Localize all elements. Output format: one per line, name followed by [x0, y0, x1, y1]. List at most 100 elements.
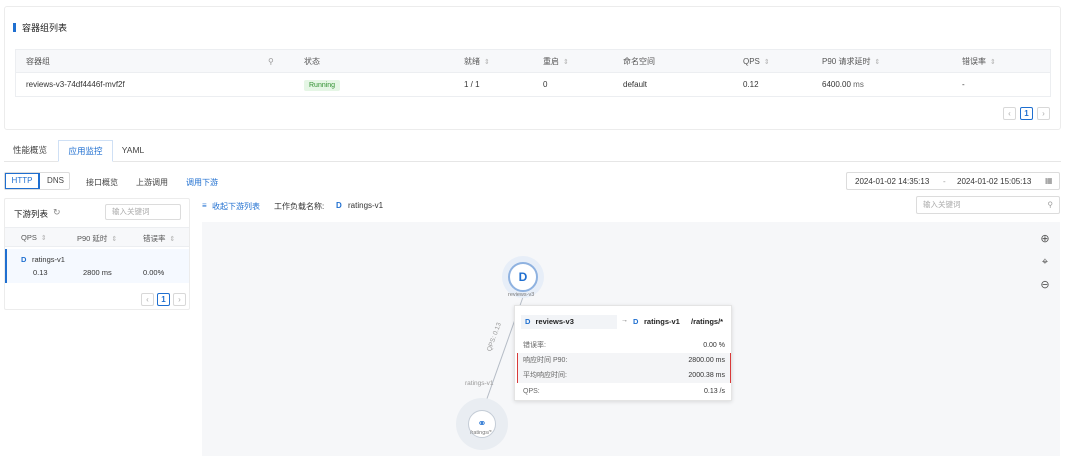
p90-number: 6400.00 — [822, 80, 851, 89]
qps-value: 0.12 — [743, 80, 759, 89]
date-end[interactable]: 2024-01-02 15:05:13 — [957, 177, 1031, 186]
tooltip-label: 错误率: — [523, 342, 546, 349]
tab-dns[interactable]: DNS — [41, 173, 70, 189]
col-qps-label: QPS — [743, 57, 760, 66]
subtab-api-overview[interactable]: 接口概览 — [86, 177, 118, 188]
pod-list-title: 容器组列表 — [22, 23, 68, 33]
topology-search-placeholder: 输入关键词 — [923, 200, 961, 209]
ds-col-error[interactable]: 错误率 ⇕ — [143, 233, 175, 244]
downstream-search-placeholder: 输入关键词 — [112, 207, 150, 216]
sort-icon[interactable]: ⇕ — [484, 51, 490, 75]
sort-icon[interactable]: ⇕ — [874, 51, 880, 75]
col-restarts-label: 重启 — [543, 57, 559, 66]
col-error-rate[interactable]: 错误率 ⇕ — [962, 50, 996, 74]
downstream-p90: 2800 ms — [83, 268, 112, 277]
sort-icon[interactable]: ⇕ — [990, 51, 996, 75]
recenter-icon[interactable]: ⌖ — [1038, 255, 1052, 269]
tooltip-arrow: → — [621, 317, 628, 324]
ds-col-qps[interactable]: QPS ⇕ — [21, 233, 47, 242]
pod-name-link[interactable]: reviews-v3-74df4446f-mvf2f — [26, 73, 125, 97]
tooltip-path: /ratings/* — [691, 317, 724, 326]
ds-col-qps-label: QPS — [21, 233, 37, 242]
edge-tooltip: D reviews-v3 → D ratings-v1 /ratings/* 错… — [514, 305, 732, 401]
col-ready[interactable]: 就绪 ⇕ — [464, 50, 490, 74]
namespace-value: default — [623, 80, 648, 89]
downstream-error: 0.00% — [143, 268, 165, 277]
collapse-list-link[interactable]: 收起下游列表 — [212, 201, 260, 212]
date-range-picker[interactable]: 2024-01-02 14:35:13 - 2024-01-02 15:05:1… — [846, 172, 1060, 190]
search-icon[interactable]: ⚲ — [1048, 197, 1054, 213]
prev-page-button[interactable]: ‹ — [1003, 107, 1016, 120]
main-tabs-bar: 性能概览 应用监控 YAML — [4, 140, 1061, 162]
sort-icon[interactable]: ⇕ — [41, 234, 47, 242]
tooltip-value: 2000.38 ms — [688, 372, 725, 379]
col-ready-label: 就绪 — [464, 57, 480, 66]
zoom-in-icon[interactable]: ⊕ — [1038, 232, 1052, 246]
search-icon[interactable]: ⚲ — [268, 50, 274, 74]
tooltip-value: 0.13 /s — [703, 388, 725, 395]
ds-col-p90[interactable]: P90 延时 ⇕ — [77, 233, 117, 244]
col-p90[interactable]: P90 请求延时 ⇕ — [822, 50, 880, 74]
page-1-button[interactable]: 1 — [1020, 107, 1033, 120]
zoom-out-icon[interactable]: ⊖ — [1038, 278, 1052, 292]
table-row[interactable]: reviews-v3-74df4446f-mvf2f Running 1 / 1… — [15, 73, 1051, 97]
col-qps[interactable]: QPS ⇕ — [743, 50, 770, 74]
tab-http[interactable]: HTTP — [5, 173, 40, 189]
api-endpoint-icon: ⚭ — [477, 418, 487, 430]
ds-prev-page-button[interactable]: ‹ — [141, 293, 154, 306]
sort-icon[interactable]: ⇕ — [111, 235, 117, 243]
sort-icon[interactable]: ⇕ — [764, 51, 770, 75]
tooltip-to-badge: D — [633, 317, 639, 326]
list-item[interactable]: D ratings-v1 0.13 2800 ms 0.00% — [5, 249, 189, 283]
tooltip-value: 2800.00 ms — [688, 357, 725, 364]
downstream-name: ratings-v1 — [32, 255, 65, 264]
workload-badge: D — [21, 255, 27, 264]
ds-next-page-button[interactable]: › — [173, 293, 186, 306]
tab-app-monitor[interactable]: 应用监控 — [58, 140, 113, 162]
downstream-qps: 0.13 — [33, 268, 48, 277]
topology-search-input[interactable]: 输入关键词 ⚲ — [916, 196, 1060, 214]
source-node-label: reviews-v3 — [508, 292, 535, 298]
calendar-icon[interactable]: ▦ — [1045, 176, 1053, 185]
next-page-button[interactable]: › — [1037, 107, 1050, 120]
subtab-upstream[interactable]: 上游调用 — [136, 177, 168, 188]
pod-list-title-bar — [13, 23, 16, 32]
workload-name-label: 工作负载名称: — [274, 202, 325, 211]
error-rate-value: - — [962, 80, 965, 89]
date-start[interactable]: 2024-01-02 14:35:13 — [855, 177, 929, 186]
date-separator: - — [943, 177, 946, 186]
tab-performance[interactable]: 性能概览 — [6, 140, 54, 161]
tab-yaml[interactable]: YAML — [116, 140, 150, 161]
tooltip-row-p90: 响应时间 P90: 2800.00 ms — [518, 353, 730, 368]
p90-value: 6400.00 ms — [822, 73, 864, 97]
tooltip-from: D reviews-v3 — [521, 315, 617, 329]
downstream-panel: 下游列表 ↻ 输入关键词 QPS ⇕ P90 延时 ⇕ 错误率 ⇕ D ratings… — [4, 198, 190, 310]
tooltip-row-avg: 平均响应时间: 2000.38 ms — [518, 368, 730, 383]
tooltip-from-badge: D — [525, 317, 531, 326]
subtab-downstream[interactable]: 调用下游 — [186, 177, 218, 188]
target-node-label: /ratings/* — [470, 430, 492, 436]
tooltip-label: 响应时间 P90: — [523, 357, 568, 364]
collapse-list-icon[interactable]: ≡ — [202, 201, 207, 210]
sort-icon[interactable]: ⇕ — [170, 235, 176, 243]
ready-value: 1 / 1 — [464, 80, 480, 89]
protocol-tabs: HTTP DNS — [4, 172, 70, 190]
col-restarts[interactable]: 重启 ⇕ — [543, 50, 569, 74]
pod-table-header: 容器组 ⚲ 状态 就绪 ⇕ 重启 ⇕ 命名空间 QPS ⇕ P90 请求延时 ⇕ 错误率… — [15, 49, 1051, 73]
ds-page-1-button[interactable]: 1 — [157, 293, 170, 306]
downstream-table-header: QPS ⇕ P90 延时 ⇕ 错误率 ⇕ — [5, 227, 189, 247]
col-p90-label: P90 请求延时 — [822, 57, 871, 66]
tooltip-row-qps: QPS: 0.13 /s — [515, 384, 733, 399]
restarts-value: 0 — [543, 80, 548, 89]
edge-side-label: ratings-v1 — [465, 380, 494, 387]
sort-icon[interactable]: ⇕ — [563, 51, 569, 75]
source-node[interactable]: D — [508, 262, 538, 292]
topology-canvas[interactable]: D reviews-v3 QPS: 0.13 ratings-v1 ⚭ /rat… — [202, 222, 1060, 456]
refresh-icon[interactable]: ↻ — [53, 207, 61, 218]
ds-col-p90-label: P90 延时 — [77, 234, 108, 243]
tooltip-to-name: ratings-v1 — [644, 317, 680, 326]
tooltip-from-name: reviews-v3 — [535, 317, 574, 326]
col-status: 状态 — [304, 57, 320, 66]
source-node-badge: D — [518, 270, 528, 284]
downstream-search-input[interactable]: 输入关键词 — [105, 204, 181, 220]
